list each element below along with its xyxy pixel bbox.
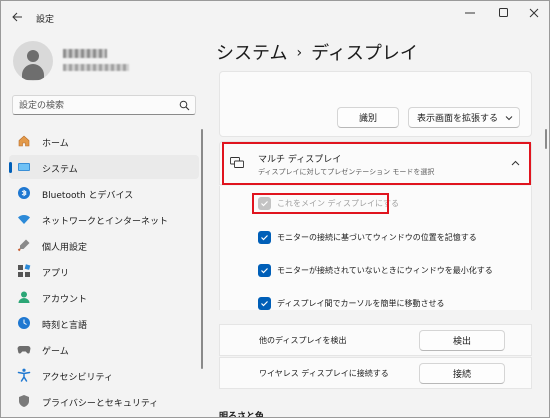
settings-window: 設定 ホーム システム	[0, 0, 550, 418]
checkmark-icon	[261, 268, 268, 274]
title-bar: 設定	[1, 1, 549, 33]
sidebar-item-label: Bluetooth とデバイス	[42, 191, 134, 201]
highlight-multi-display	[222, 142, 531, 185]
sidebar-nav: ホーム システム Bluetooth とデバイス ネットワークとインターネット …	[9, 129, 199, 415]
time-language-icon	[17, 316, 31, 330]
page-title: ディスプレイ	[311, 43, 418, 64]
connect-button[interactable]: 接続	[419, 363, 505, 384]
accessibility-icon	[17, 368, 31, 382]
brightness-color-section-title: 明るさと色	[219, 412, 265, 418]
maximize-button[interactable]	[487, 1, 521, 25]
breadcrumb: システム › ディスプレイ	[216, 39, 418, 65]
avatar-body	[22, 64, 44, 80]
sidebar-item-personalization[interactable]: 個人用設定	[9, 233, 199, 257]
home-icon	[17, 134, 31, 148]
sidebar-item-network[interactable]: ネットワークとインターネット	[9, 207, 199, 231]
detect-button[interactable]: 検出	[419, 330, 505, 351]
breadcrumb-parent[interactable]: システム	[216, 43, 287, 64]
minimize-button[interactable]	[453, 1, 487, 25]
sidebar-item-label: アカウント	[42, 295, 88, 305]
checkmark-icon	[261, 235, 268, 241]
sidebar-item-time-language[interactable]: 時刻と言語	[9, 311, 199, 335]
gaming-icon	[17, 342, 31, 356]
search-icon[interactable]	[179, 100, 190, 111]
sidebar-item-label: ホーム	[42, 139, 69, 149]
search-box[interactable]	[12, 95, 196, 115]
breadcrumb-separator: ›	[296, 45, 303, 61]
bluetooth-icon	[17, 186, 31, 200]
identify-button-label: 識別	[358, 114, 377, 124]
user-email-blurred	[63, 64, 129, 71]
sidebar-item-label: 個人用設定	[42, 243, 88, 253]
sidebar-item-label: 時刻と言語	[42, 321, 88, 331]
wireless-display-label: ワイヤレス ディスプレイに接続する	[259, 369, 389, 378]
apps-icon	[17, 264, 31, 278]
identify-button[interactable]: 識別	[337, 107, 399, 128]
user-name-blurred	[63, 49, 107, 58]
sidebar-item-apps[interactable]: アプリ	[9, 259, 199, 283]
cursor-move-checkbox[interactable]	[258, 297, 271, 310]
sidebar-item-bluetooth[interactable]: Bluetooth とデバイス	[9, 181, 199, 205]
maximize-icon	[499, 8, 508, 17]
personalization-icon	[17, 238, 31, 252]
search-input[interactable]	[19, 99, 169, 112]
sidebar-item-home[interactable]: ホーム	[9, 129, 199, 153]
main-scrollbar[interactable]	[545, 129, 547, 149]
sidebar-item-system[interactable]: システム	[9, 155, 199, 179]
sidebar-item-label: プライバシーとセキュリティ	[42, 399, 159, 409]
sidebar-item-gaming[interactable]: ゲーム	[9, 337, 199, 361]
detect-displays-row: 他のディスプレイを検出 検出	[219, 324, 532, 356]
sidebar-item-account[interactable]: アカウント	[9, 285, 199, 309]
highlight-main-display-checkbox	[252, 193, 389, 214]
close-button[interactable]	[517, 1, 549, 25]
minimize-icon	[465, 12, 475, 14]
remember-window-label: モニターの接続に基づいてウィンドウの位置を記憶する	[277, 233, 477, 242]
minimize-windows-checkbox[interactable]	[258, 264, 271, 277]
sidebar-item-label: アプリ	[42, 269, 70, 279]
display-mode-value: 表示画面を拡張する	[417, 114, 499, 124]
close-icon	[529, 8, 539, 18]
avatar-head	[27, 50, 39, 62]
sidebar-item-label: ゲーム	[42, 347, 69, 357]
window-title: 設定	[36, 15, 55, 25]
sidebar-item-label: システム	[42, 165, 78, 175]
back-button[interactable]	[7, 7, 27, 27]
sidebar-item-accessibility[interactable]: アクセシビリティ	[9, 363, 199, 387]
sidebar-scrollbar[interactable]	[201, 129, 203, 369]
network-icon	[17, 212, 31, 226]
chevron-down-icon	[505, 116, 513, 121]
connect-button-label: 接続	[452, 370, 471, 380]
avatar[interactable]	[13, 41, 53, 81]
arrow-left-icon	[11, 12, 22, 22]
account-icon	[17, 290, 31, 304]
detect-button-label: 検出	[452, 337, 471, 347]
sidebar-item-label: ネットワークとインターネット	[42, 217, 169, 227]
system-icon	[17, 160, 31, 174]
sidebar-item-label: アクセシビリティ	[42, 373, 114, 383]
wireless-display-row: ワイヤレス ディスプレイに接続する 接続	[219, 357, 532, 389]
checkmark-icon	[261, 301, 268, 307]
sidebar-item-privacy[interactable]: プライバシーとセキュリティ	[9, 389, 199, 413]
minimize-windows-label: モニターが接続されていないときにウィンドウを最小化する	[277, 266, 493, 275]
shield-icon	[17, 394, 31, 408]
display-mode-dropdown[interactable]: 表示画面を拡張する	[408, 107, 520, 128]
remember-window-checkbox[interactable]	[258, 231, 271, 244]
cursor-move-label: ディスプレイ間でカーソルを簡単に移動させる	[277, 299, 445, 308]
detect-displays-label: 他のディスプレイを検出	[259, 336, 347, 345]
